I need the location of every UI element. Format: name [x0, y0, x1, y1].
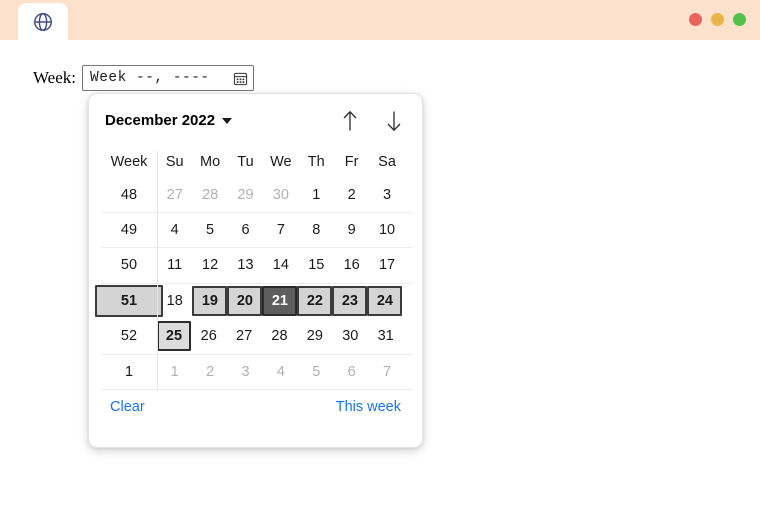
day-cell[interactable]: 6: [334, 357, 369, 387]
day-cell[interactable]: 2: [192, 357, 227, 387]
column-header-mo: Mo: [200, 154, 221, 170]
calendar-footer: Clear This week: [89, 389, 422, 415]
week-number[interactable]: 52: [101, 321, 157, 351]
day-cell[interactable]: 30: [333, 321, 368, 351]
week-picker-popup: December 2022 Week Su Mo Tu We Th Fr Sa …: [88, 93, 423, 448]
week-number[interactable]: 50: [101, 250, 157, 280]
day-cell[interactable]: 7: [369, 357, 404, 387]
browser-tab[interactable]: [18, 3, 68, 40]
week-field-row: Week: Week --, ----: [33, 65, 254, 91]
minimize-button[interactable]: [711, 13, 724, 26]
day-cell[interactable]: 6: [228, 215, 263, 245]
week-row[interactable]: 49 4 5 6 7 8 9 10: [101, 212, 410, 247]
week-label: Week:: [33, 68, 76, 87]
day-cell[interactable]: 17: [369, 250, 404, 280]
column-header-th: Th: [307, 154, 325, 170]
week-row[interactable]: 52 25 26 27 28 29 30 31: [101, 319, 410, 354]
day-cell[interactable]: 27: [157, 180, 192, 210]
calendar-header: December 2022: [89, 94, 422, 147]
day-cell-highlighted[interactable]: 22: [297, 285, 333, 316]
week-row[interactable]: 48 27 28 29 30 1 2 3: [101, 177, 410, 212]
day-cell[interactable]: 3: [369, 180, 404, 210]
day-cell[interactable]: 4: [263, 357, 298, 387]
week-number[interactable]: 49: [101, 215, 157, 245]
month-year-dropdown[interactable]: December 2022: [105, 112, 233, 129]
day-cell[interactable]: 27: [226, 321, 261, 351]
browser-titlebar: [0, 0, 760, 40]
calendar-column-headers: Week Su Mo Tu We Th Fr Sa: [101, 147, 410, 177]
row-divider: [101, 247, 412, 248]
column-header-week: Week: [110, 154, 148, 170]
day-cell[interactable]: 3: [228, 357, 263, 387]
day-cell-today[interactable]: 25: [157, 321, 191, 352]
day-cell[interactable]: 29: [297, 321, 332, 351]
next-month-button[interactable]: [382, 109, 406, 133]
week-number-box: 51: [95, 284, 163, 317]
day-cell[interactable]: 16: [334, 250, 369, 280]
row-divider: [101, 389, 412, 390]
month-year-label: December 2022: [105, 112, 216, 129]
day-cell-highlighted[interactable]: 24: [367, 285, 403, 316]
calendar-nav: [338, 109, 406, 133]
day-cell-highlighted[interactable]: 23: [332, 285, 368, 316]
globe-icon: [32, 11, 54, 33]
column-header-sa: Sa: [378, 154, 396, 170]
column-header-fr: Fr: [344, 154, 359, 170]
week-row-selected[interactable]: 51 18 19 20 21 22 23 24: [95, 283, 410, 318]
this-week-button[interactable]: This week: [336, 399, 401, 415]
day-cell[interactable]: 4: [157, 215, 192, 245]
day-cell[interactable]: 26: [191, 321, 226, 351]
day-cell[interactable]: 11: [157, 250, 192, 280]
week-number[interactable]: 1: [101, 357, 157, 387]
window-controls: [689, 13, 746, 26]
day-cell[interactable]: 14: [263, 250, 298, 280]
day-cell[interactable]: 7: [263, 215, 298, 245]
day-cell[interactable]: 15: [299, 250, 334, 280]
row-divider: [101, 354, 412, 355]
day-cell[interactable]: 18: [157, 286, 192, 316]
day-cell[interactable]: 29: [228, 180, 263, 210]
day-cell[interactable]: 1: [299, 180, 334, 210]
row-divider: [101, 283, 412, 284]
row-divider: [101, 212, 412, 213]
day-cell[interactable]: 10: [369, 215, 404, 245]
column-header-su: Su: [165, 154, 184, 170]
calendar-icon[interactable]: [233, 71, 248, 86]
day-cell[interactable]: 1: [157, 357, 192, 387]
day-cell[interactable]: 31: [368, 321, 403, 351]
week-number-selected[interactable]: 51: [95, 284, 163, 317]
day-cell[interactable]: 5: [192, 215, 227, 245]
week-row[interactable]: 1 1 2 3 4 5 6 7: [101, 354, 410, 389]
chevron-down-icon: [222, 117, 233, 124]
week-input-value[interactable]: Week --, ----: [90, 70, 233, 86]
day-cell[interactable]: 8: [299, 215, 334, 245]
day-cell[interactable]: 28: [262, 321, 297, 351]
day-cell[interactable]: 28: [192, 180, 227, 210]
week-number[interactable]: 48: [101, 180, 157, 210]
day-cell[interactable]: 30: [263, 180, 298, 210]
previous-month-button[interactable]: [338, 109, 362, 133]
day-cell-highlighted[interactable]: 19: [192, 285, 228, 316]
week-column-divider: [157, 151, 158, 391]
day-cell-highlighted[interactable]: 20: [227, 285, 263, 316]
page-content: Week: Week --, ---- December 2022 Week S…: [0, 40, 760, 529]
day-cell[interactable]: 13: [228, 250, 263, 280]
close-button[interactable]: [689, 13, 702, 26]
day-cell[interactable]: 5: [299, 357, 334, 387]
day-cell[interactable]: 9: [334, 215, 369, 245]
week-row[interactable]: 50 11 12 13 14 15 16 17: [101, 248, 410, 283]
calendar-grid: Week Su Mo Tu We Th Fr Sa 48 27 28 29 30…: [89, 147, 422, 391]
day-cell-focused[interactable]: 21: [262, 285, 298, 316]
column-header-tu: Tu: [237, 154, 254, 170]
day-cell[interactable]: 2: [334, 180, 369, 210]
maximize-button[interactable]: [733, 13, 746, 26]
day-cell[interactable]: 12: [192, 250, 227, 280]
week-input[interactable]: Week --, ----: [82, 65, 254, 91]
column-header-we: We: [270, 154, 292, 170]
clear-button[interactable]: Clear: [110, 399, 145, 415]
